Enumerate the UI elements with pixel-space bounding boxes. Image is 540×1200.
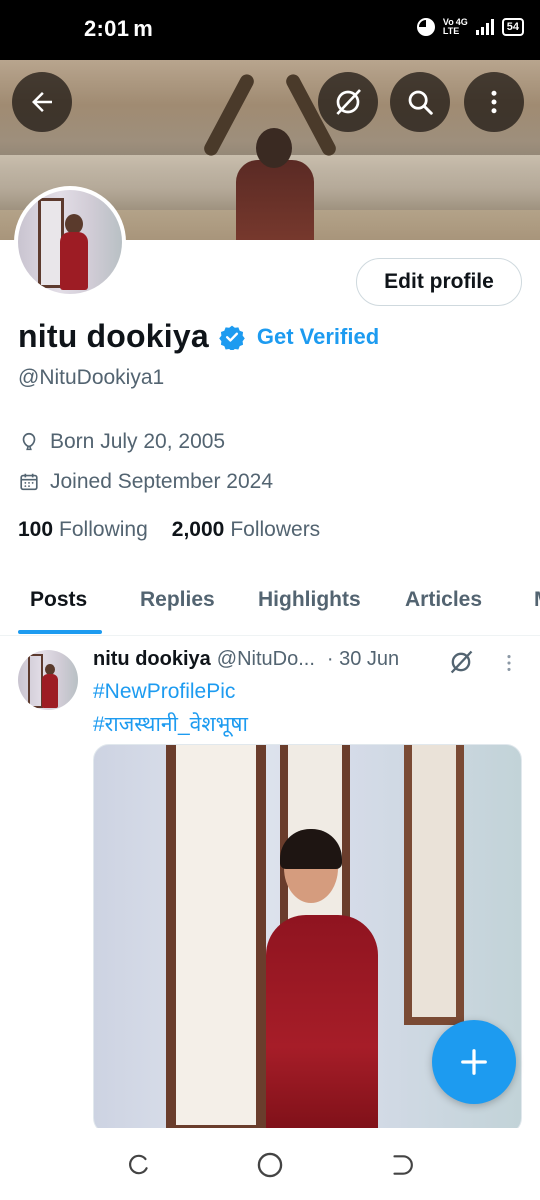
- carrier-icon: m: [133, 16, 154, 41]
- more-button[interactable]: [464, 72, 524, 132]
- arrow-left-icon: [32, 92, 52, 112]
- post-more-icon[interactable]: [498, 652, 520, 674]
- data-saver-icon: [416, 18, 435, 36]
- follow-stats: 100 Following 2,000 Followers: [18, 518, 344, 542]
- slash-circle-icon: [336, 89, 361, 115]
- post-date: · 30 Jun: [326, 648, 400, 670]
- signal-icon: [475, 19, 494, 35]
- calendar-icon: [20, 473, 38, 491]
- post-hashtag-rajasthani[interactable]: #राजस्थानी_वेशभूषा: [93, 710, 248, 738]
- grok-button[interactable]: [318, 72, 378, 132]
- status-icons: Vo 4G LTE 54: [416, 17, 524, 36]
- get-verified-link[interactable]: Get Verified: [257, 324, 379, 350]
- profile-name-row: nitu dookiya Get Verified: [18, 318, 379, 355]
- system-nav-bar: [0, 1128, 540, 1200]
- recents-icon: [129, 1154, 148, 1175]
- balloon-icon: [22, 432, 36, 451]
- compose-button[interactable]: [432, 1020, 516, 1104]
- status-bar: 2:01 m Vo 4G LTE 54: [0, 0, 540, 60]
- tab-highlights[interactable]: Highlights: [258, 588, 361, 612]
- profile-avatar[interactable]: [14, 186, 126, 298]
- avatar-image: [18, 190, 122, 294]
- back-button[interactable]: [12, 72, 72, 132]
- post-author-name[interactable]: nitu dookiya: [93, 648, 211, 671]
- followers-link[interactable]: 2,000 Followers: [172, 518, 320, 542]
- verified-badge-icon[interactable]: [219, 324, 245, 350]
- tab-more[interactable]: M: [534, 588, 540, 612]
- profile-tabs: Posts Replies Highlights Articles M: [0, 572, 540, 636]
- tab-replies[interactable]: Replies: [140, 588, 215, 612]
- tab-articles[interactable]: Articles: [405, 588, 482, 612]
- back-icon: [393, 1155, 413, 1175]
- profile-handle: @NituDookiya1: [18, 366, 165, 389]
- nav-back-button[interactable]: [386, 1150, 416, 1180]
- post-author-handle: @NituDo...: [216, 648, 315, 670]
- tab-posts[interactable]: Posts: [30, 588, 87, 612]
- search-button[interactable]: [390, 72, 450, 132]
- post-author-avatar[interactable]: [18, 650, 78, 710]
- birthday-row: Born July 20, 2005: [18, 430, 225, 454]
- joined-row: Joined September 2024: [18, 470, 273, 494]
- search-icon: [408, 90, 433, 115]
- plus-icon: [461, 1049, 487, 1075]
- post-hashtag-newprofilepic[interactable]: #NewProfilePic: [93, 680, 235, 704]
- recents-button[interactable]: [124, 1150, 154, 1180]
- status-time: 2:01 m: [84, 16, 154, 41]
- network-indicator: Vo 4G LTE: [442, 17, 468, 36]
- active-tab-indicator: [18, 630, 102, 634]
- home-circle-icon: [257, 1152, 283, 1178]
- grok-post-icon[interactable]: [447, 648, 475, 676]
- post-header: nitu dookiya @NituDo... · 30 Jun: [93, 648, 399, 671]
- following-link[interactable]: 100 Following: [18, 518, 148, 542]
- edit-profile-button[interactable]: Edit profile: [356, 258, 522, 306]
- home-button[interactable]: [255, 1150, 285, 1180]
- more-vertical-icon: [491, 90, 497, 114]
- profile-name: nitu dookiya: [18, 318, 209, 354]
- battery-icon: 54: [501, 18, 524, 36]
